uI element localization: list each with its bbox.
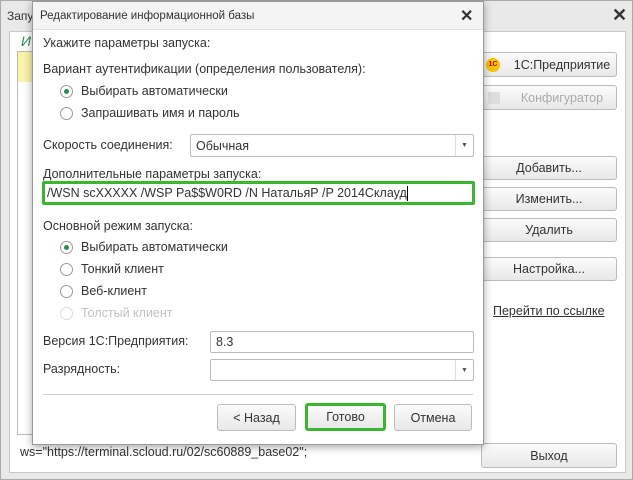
version-input[interactable]: 8.3 (210, 331, 474, 353)
configurator-icon (488, 91, 500, 104)
mode-web-label: Веб-клиент (81, 284, 147, 298)
speed-value: Обычная (196, 138, 250, 153)
bitness-label: Разрядность: (43, 362, 121, 376)
dialog-close-icon[interactable]: ✕ (460, 6, 473, 26)
configurator-button[interactable]: Конфигуратор (481, 85, 617, 110)
mode-auto-label: Выбирать автоматически (81, 240, 228, 254)
mode-thick-radio (60, 307, 73, 320)
follow-link[interactable]: Перейти по ссылке (493, 304, 605, 318)
finish-button[interactable]: Готово (305, 403, 386, 431)
delete-button[interactable]: Удалить (481, 218, 617, 242)
extra-params-label: Дополнительные параметры запуска: (43, 167, 262, 181)
edit-infobase-dialog: Редактирование информационной базы ✕ Ука… (32, 1, 484, 445)
speed-select[interactable]: Обычная ▼ (190, 134, 474, 157)
chevron-down-icon[interactable]: ▼ (455, 135, 473, 156)
mode-thin-radio[interactable] (60, 263, 73, 276)
extra-params-input[interactable]: /WSN scXXXXX /WSP Pa$$W0RD /N НатальяР /… (42, 181, 475, 205)
text-cursor (406, 185, 408, 201)
bitness-select[interactable]: ▼ (210, 359, 474, 381)
cancel-button[interactable]: Отмена (394, 404, 472, 431)
auth-auto-radio[interactable] (60, 85, 73, 98)
version-value: 8.3 (216, 335, 234, 349)
dialog-titlebar: Редактирование информационной базы ✕ (33, 2, 483, 30)
back-button[interactable]: < Назад (217, 404, 296, 431)
launcher-title: Запу (7, 9, 34, 23)
settings-button[interactable]: Настройка... (481, 257, 617, 281)
mode-thick-label: Толстый клиент (81, 306, 173, 320)
mode-auto-radio[interactable] (60, 241, 73, 254)
infobase-list-header: И (21, 33, 32, 49)
add-button[interactable]: Добавить... (481, 156, 617, 180)
auth-label: Вариант аутентификации (определения поль… (43, 62, 366, 76)
divider (43, 394, 473, 395)
mode-thin-label: Тонкий клиент (81, 262, 164, 276)
launcher-close-icon[interactable]: ✕ (612, 5, 627, 26)
dialog-heading: Укажите параметры запуска: (43, 36, 211, 50)
edit-button[interactable]: Изменить... (481, 187, 617, 211)
auth-auto-label: Выбирать автоматически (81, 84, 228, 98)
enterprise-button-label: 1С:Предприятие (513, 57, 611, 72)
chevron-down-icon[interactable]: ▼ (455, 360, 473, 380)
configurator-button-label: Конфигуратор (520, 90, 604, 105)
speed-label: Скорость соединения: (43, 138, 173, 152)
dialog-title: Редактирование информационной базы (40, 10, 255, 22)
mode-label: Основной режим запуска: (43, 219, 193, 233)
version-label: Версия 1С:Предприятия: (43, 334, 189, 348)
connection-string: ws="https://terminal.scloud.ru/02/sc6088… (20, 445, 308, 459)
exit-button[interactable]: Выход (481, 443, 617, 468)
auth-prompt-label: Запрашивать имя и пароль (81, 106, 240, 120)
1c-logo-icon: 1C (486, 57, 500, 72)
auth-prompt-radio[interactable] (60, 107, 73, 120)
mode-web-radio[interactable] (60, 285, 73, 298)
enterprise-button[interactable]: 1C 1С:Предприятие (481, 52, 617, 77)
extra-params-value: /WSN scXXXXX /WSP Pa$$W0RD /N НатальяР /… (47, 186, 407, 200)
